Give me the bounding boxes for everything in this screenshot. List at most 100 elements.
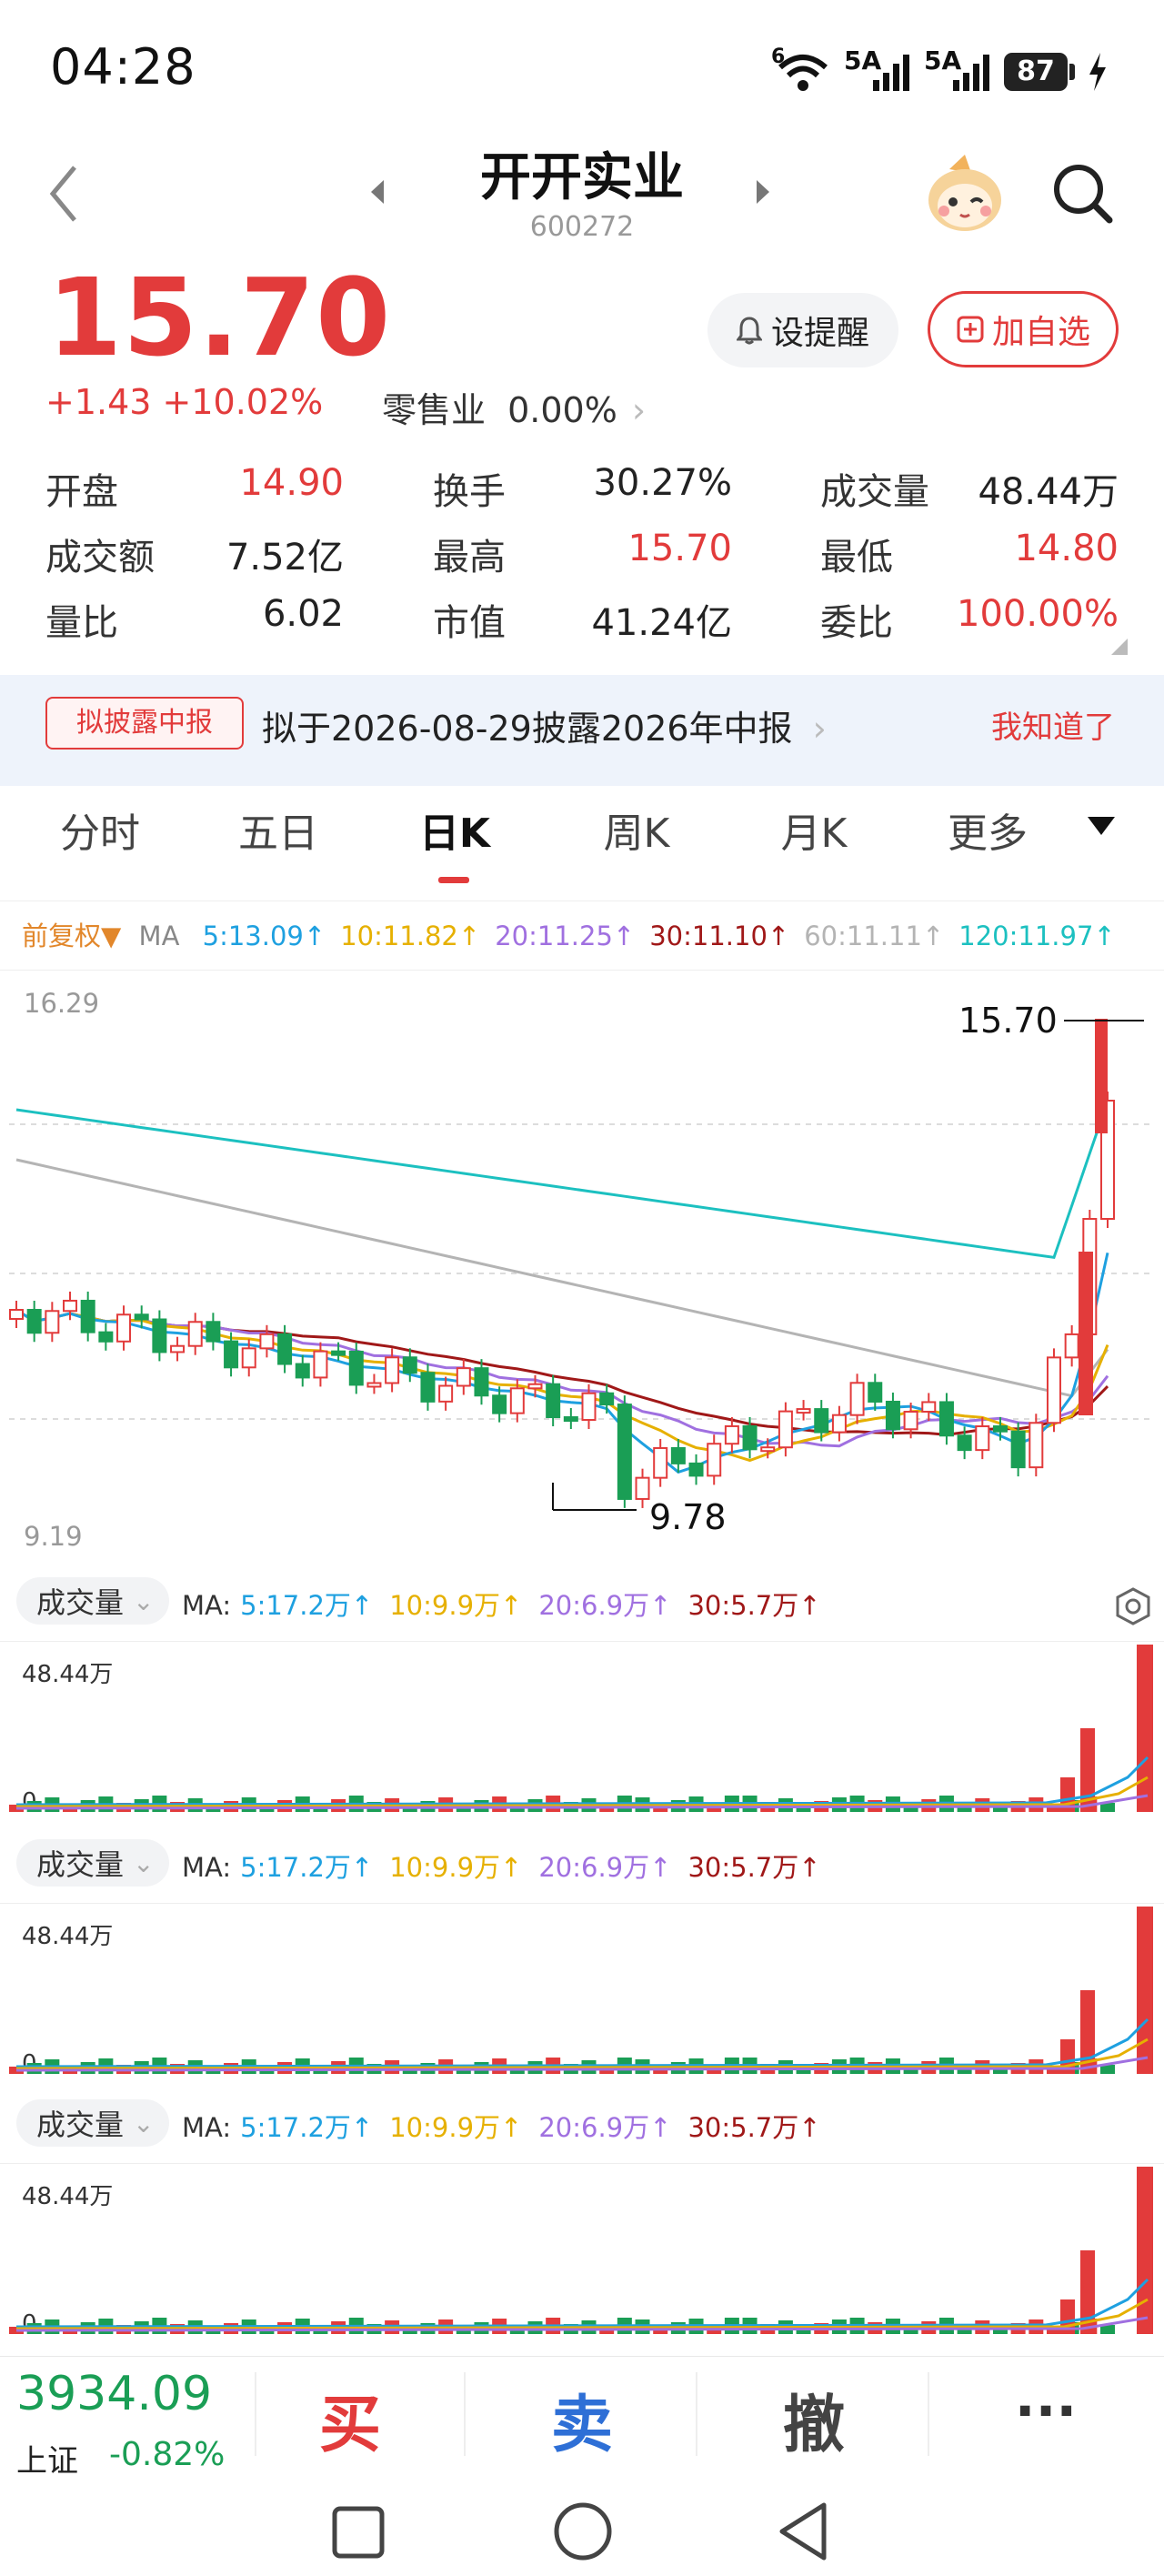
more-menu-button[interactable]: ···: [973, 2380, 1119, 2443]
candle: [653, 1446, 668, 1479]
stat-label: 换手: [433, 471, 506, 513]
notice-dismiss-button[interactable]: 我知道了: [991, 702, 1115, 747]
arrow-up-icon: ↑: [612, 921, 636, 951]
volume-indicator-selector[interactable]: 成交量 ⌄: [16, 2099, 169, 2147]
sell-button[interactable]: 卖: [509, 2374, 655, 2464]
settings-hex-icon[interactable]: [1113, 1586, 1153, 1630]
search-icon[interactable]: [1051, 162, 1115, 229]
tab-5[interactable]: 更多: [915, 800, 1060, 859]
volume-bar: [1137, 2167, 1153, 2334]
volume-indicator-selector[interactable]: 成交量 ⌄: [16, 1839, 169, 1887]
stat-value: 15.70: [627, 528, 732, 569]
ma-line: [15, 1252, 1109, 1474]
buy-button[interactable]: 买: [277, 2374, 423, 2464]
volume-chart[interactable]: [0, 1641, 1164, 1819]
ma-value: 60:11.11: [804, 921, 922, 951]
candle: [509, 1387, 525, 1414]
volume-chart[interactable]: [0, 1903, 1164, 2081]
network-label-1: 6: [771, 45, 786, 68]
candle: [63, 1299, 78, 1313]
nav-back-triangle-icon[interactable]: [775, 2500, 831, 2567]
chevron-down-icon: ⌄: [133, 1585, 155, 1616]
mascot-avatar-icon[interactable]: [924, 153, 1006, 238]
volume-ma-item: 20:6.9万↑: [538, 2112, 671, 2143]
stat-value: 48.44万: [978, 471, 1119, 513]
candle: [80, 1299, 95, 1333]
volume-ma-value: 5:17.2万: [240, 1590, 351, 1621]
kline-chart[interactable]: [0, 973, 1164, 1574]
charging-icon: [1086, 51, 1109, 96]
nav-home-square-icon[interactable]: [329, 2503, 387, 2565]
chevron-down-icon: ⌄: [133, 1847, 155, 1878]
candle: [688, 1462, 704, 1477]
tab-4[interactable]: 月K: [741, 800, 887, 859]
candle: [617, 1404, 632, 1500]
arrow-up-icon: ↑: [500, 1852, 523, 1883]
candle: [438, 1384, 454, 1403]
bell-icon: [736, 317, 762, 345]
volume-bar: [1137, 1907, 1153, 2074]
tab-0[interactable]: 分时: [27, 800, 173, 859]
candle: [474, 1367, 489, 1397]
volume-title: 成交量: [36, 1585, 125, 1620]
stat-label: 最高: [433, 537, 506, 579]
stat-label: 委比: [820, 602, 893, 644]
volume-ma-item: 20:6.9万↑: [538, 1590, 671, 1621]
arrow-up-icon: ↑: [649, 1590, 672, 1621]
ma-item: 20:11.25↑: [495, 921, 635, 951]
candle: [313, 1350, 328, 1379]
kline-min-mark: 9.78: [649, 1497, 727, 1537]
nav-home-circle-icon[interactable]: [551, 2500, 615, 2567]
stat-value: 7.52亿: [226, 537, 344, 579]
expand-corner-icon[interactable]: [1111, 639, 1128, 655]
adjust-label: 前复权: [22, 921, 102, 951]
arrow-up-icon: ↑: [350, 1852, 374, 1883]
candle: [1046, 1356, 1061, 1424]
volume-ma-line: [15, 2278, 1149, 2329]
adjust-selector[interactable]: 前复权▼: [22, 921, 130, 951]
candle: [546, 1383, 561, 1419]
volume-ma-value: 10:9.9万: [389, 1590, 501, 1621]
chevron-down-icon: ⌄: [133, 2108, 155, 2138]
cancel-order-button[interactable]: 撤: [741, 2374, 887, 2464]
ma-item: 5:13.09↑: [203, 921, 326, 951]
index-change: -0.82%: [109, 2436, 226, 2473]
volume-ma-legend: MA: 5:17.2万↑ 10:9.9万↑ 20:6.9万↑ 30:5.7万↑: [182, 1846, 838, 1885]
volume-ma-value: 10:9.9万: [389, 2112, 501, 2143]
dropdown-triangle-icon[interactable]: [1086, 815, 1117, 840]
volume-ma-item: 30:5.7万↑: [687, 2112, 820, 2143]
tab-2[interactable]: 日K: [382, 800, 527, 859]
notice-text[interactable]: 拟于2026-08-29披露2026年中报 ›: [262, 700, 827, 750]
arrow-up-icon: ↑: [798, 1590, 821, 1621]
notice-message: 拟于2026-08-29披露2026年中报: [262, 709, 793, 749]
separator: [255, 2372, 256, 2456]
arrow-up-icon: ↑: [798, 2112, 821, 2143]
tab-3[interactable]: 周K: [564, 800, 709, 859]
stat-label: 最低: [820, 537, 893, 579]
candle: [492, 1394, 507, 1414]
candle: [778, 1410, 793, 1449]
volume-ma-item: 5:17.2万↑: [240, 1590, 373, 1621]
candle: [366, 1382, 382, 1388]
set-alert-button[interactable]: 设提醒: [707, 293, 898, 367]
ma-value: 20:11.25: [495, 921, 613, 951]
ma-value: 10:11.82: [340, 921, 458, 951]
volume-ma-item: 30:5.7万↑: [687, 1590, 820, 1621]
candle: [98, 1331, 114, 1343]
stat-label: 成交量: [820, 471, 929, 513]
arrow-up-icon: ↑: [350, 1590, 374, 1621]
volume-chart[interactable]: [0, 2163, 1164, 2341]
candle: [187, 1321, 203, 1347]
index-value[interactable]: 3934.09: [16, 2367, 212, 2421]
volume-indicator-selector[interactable]: 成交量 ⌄: [16, 1577, 169, 1625]
candle: [975, 1425, 990, 1452]
next-stock-icon[interactable]: [753, 178, 773, 209]
volume-ma-item: 5:17.2万↑: [240, 2112, 373, 2143]
industry-link[interactable]: 零售业 0.00% ›: [382, 382, 646, 432]
candle: [402, 1356, 417, 1374]
candle: [45, 1310, 60, 1334]
chevron-right-icon: ›: [812, 709, 827, 749]
candle: [921, 1401, 937, 1413]
tab-1[interactable]: 五日: [206, 800, 351, 859]
add-watchlist-button[interactable]: 加自选: [928, 291, 1119, 367]
